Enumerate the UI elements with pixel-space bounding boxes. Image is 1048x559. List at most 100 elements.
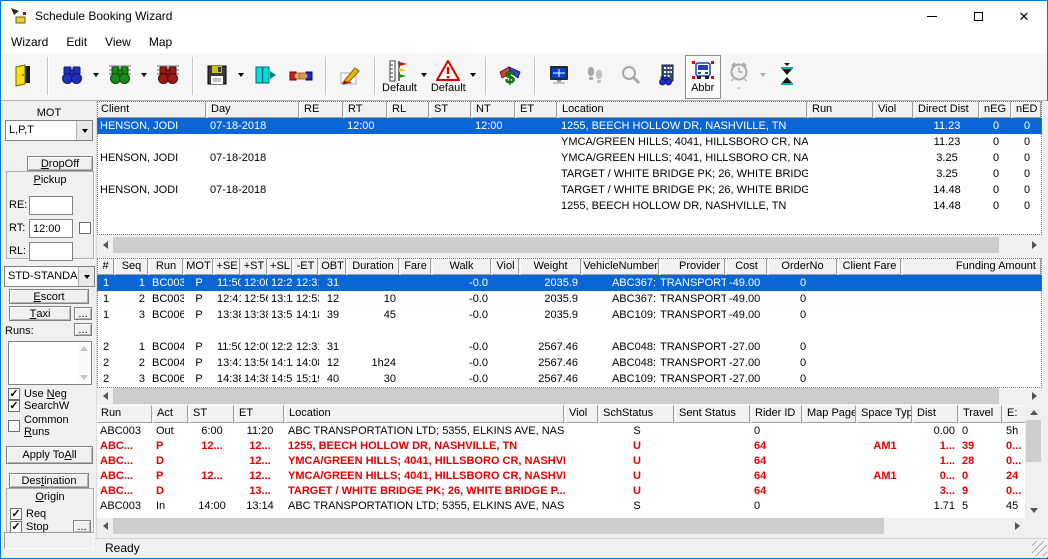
column-header-run[interactable]: Run: [808, 101, 873, 118]
scroll-right-arrow[interactable]: [1026, 237, 1042, 253]
booking-grid-hscrollbar[interactable]: [97, 237, 1042, 253]
schedule-default-button[interactable]: Default: [381, 55, 418, 99]
table-row[interactable]: ABC003In14:0013:14ABC TRANSPORTATION LTD…: [97, 498, 1042, 513]
column-header-ned[interactable]: nED: [1012, 101, 1041, 118]
scroll-right-arrow[interactable]: [1026, 388, 1042, 404]
column-header-neg[interactable]: nEG: [980, 101, 1011, 118]
table-row[interactable]: 12BC003P12:4112:5613:1112:531210-0.02035…: [97, 291, 1042, 307]
titlebar[interactable]: Schedule Booking Wizard ✕: [1, 1, 1047, 31]
table-row[interactable]: [97, 323, 1042, 339]
table-row[interactable]: HENSON, JODI07-18-2018TARGET / WHITE BRI…: [97, 182, 1042, 198]
split-view-button[interactable]: [247, 55, 283, 95]
itinerary-grid-vscrollbar[interactable]: [1025, 405, 1042, 518]
column-header-provider[interactable]: Provider: [660, 258, 725, 275]
violations-default-dropdown[interactable]: [467, 55, 479, 95]
scrollbar-track[interactable]: [113, 237, 1026, 253]
table-row[interactable]: 1255, BEECH HOLLOW DR, NASHVILLE, TN14.4…: [97, 198, 1042, 214]
column-header-st[interactable]: ST: [430, 101, 471, 118]
chevron-down-icon[interactable]: [76, 121, 92, 140]
runs-more-button[interactable]: ...: [74, 323, 92, 336]
column-header-space-type[interactable]: Space Type: [857, 405, 912, 423]
table-row[interactable]: YMCA/GREEN HILLS; 4041, HILLSBORO CR, NA…: [97, 134, 1042, 150]
column-header-sent-status[interactable]: Sent Status: [675, 405, 750, 423]
find-run-dropdown[interactable]: [138, 55, 150, 95]
scroll-right-arrow[interactable]: [1009, 518, 1025, 534]
column-header-mot[interactable]: MOT: [184, 258, 213, 275]
column-header--se[interactable]: +SE: [214, 258, 240, 275]
negotiate-button[interactable]: [283, 55, 319, 95]
searchw-checkbox-row[interactable]: ✓ SearchW: [8, 400, 69, 412]
fare-button[interactable]: $: [492, 55, 528, 95]
provider-lookup-button[interactable]: [649, 55, 685, 95]
scrollbar-track[interactable]: [113, 388, 1026, 404]
apply-to-all-button[interactable]: Apply To All: [6, 446, 93, 464]
menu-map[interactable]: Map: [140, 32, 181, 52]
column-header-duration[interactable]: Duration: [347, 258, 399, 275]
schedule-default-dropdown[interactable]: [418, 55, 430, 95]
table-row[interactable]: HENSON, JODI07-18-2018YMCA/GREEN HILLS; …: [97, 150, 1042, 166]
column-header-et[interactable]: ET: [516, 101, 557, 118]
common-runs-checkbox[interactable]: [8, 420, 20, 432]
column-header-direct-dist[interactable]: Direct Dist: [914, 101, 979, 118]
save-button[interactable]: [199, 55, 235, 95]
column-header-et[interactable]: ET: [235, 405, 284, 423]
table-row[interactable]: ABC...D13...TARGET / WHITE BRIDGE PK; 26…: [97, 483, 1042, 498]
wait-hourglass-button[interactable]: [769, 55, 805, 95]
column-header--sl[interactable]: +SL: [268, 258, 292, 275]
edit-trip-button[interactable]: [332, 55, 368, 95]
runs-listbox-scrollbar[interactable]: [77, 343, 90, 383]
save-dropdown[interactable]: [235, 55, 247, 95]
column-header-day[interactable]: Day: [207, 101, 299, 118]
taxi-more-button[interactable]: ...: [74, 307, 92, 320]
table-row[interactable]: 11BC003P11:5012:0012:2012:3131-0.02035.9…: [97, 275, 1042, 291]
table-row[interactable]: 23BC006P14:3814:3814:5315:194030-0.02567…: [97, 371, 1042, 387]
table-row[interactable]: ABC...P12...12...YMCA/GREEN HILLS; 4041,…: [97, 468, 1042, 483]
use-neg-checkbox-row[interactable]: ✓ Use Neg: [8, 388, 67, 400]
menu-view[interactable]: View: [96, 32, 140, 52]
pickup-tab[interactable]: Pickup: [7, 174, 93, 186]
column-header-orderno[interactable]: OrderNo: [768, 258, 837, 275]
scrollbar-thumb[interactable]: [113, 518, 884, 534]
chevron-down-icon[interactable]: [78, 267, 94, 286]
column-header-rl[interactable]: RL: [388, 101, 429, 118]
use-neg-checkbox[interactable]: ✓: [8, 388, 20, 400]
table-row[interactable]: ABC...D12...YMCA/GREEN HILLS; 4041, HILL…: [97, 453, 1042, 468]
scroll-left-arrow[interactable]: [97, 518, 113, 534]
table-row[interactable]: 22BC004P13:4113:5614:1114:08121h24-0.025…: [97, 355, 1042, 371]
scrollbar-thumb[interactable]: [1026, 420, 1041, 462]
searchw-checkbox[interactable]: ✓: [8, 400, 20, 412]
table-row[interactable]: ABC003Out6:0011:20ABC TRANSPORTATION LTD…: [97, 423, 1042, 438]
column-header-fare[interactable]: Fare: [400, 258, 431, 275]
service-type-combobox[interactable]: STD-STANDA: [4, 266, 95, 287]
maximize-button[interactable]: [955, 1, 1001, 31]
rt-field[interactable]: [29, 219, 73, 238]
escort-button[interactable]: Escort: [9, 289, 89, 304]
mot-combobox[interactable]: L,P,T: [5, 120, 93, 141]
resize-grip[interactable]: [1032, 541, 1047, 556]
table-row[interactable]: ABC...P12...12...1255, BEECH HOLLOW DR, …: [97, 438, 1042, 453]
column-header-run[interactable]: Run: [97, 405, 152, 423]
itinerary-grid-hscrollbar[interactable]: [97, 518, 1025, 534]
minimize-button[interactable]: [909, 1, 955, 31]
column-header--[interactable]: #: [97, 258, 114, 275]
vehicle-abbr-button[interactable]: Abbr: [685, 55, 721, 99]
column-header-location[interactable]: Location: [285, 405, 564, 423]
solution-grid-hscrollbar[interactable]: [97, 388, 1042, 404]
runs-listbox[interactable]: [8, 341, 92, 385]
table-row[interactable]: 13BC006P13:3813:3813:5314:183945-0.02035…: [97, 307, 1042, 323]
close-button[interactable]: ✕: [1001, 1, 1047, 31]
column-header-location[interactable]: Location: [558, 101, 807, 118]
column-header-travel[interactable]: Travel: [959, 405, 1002, 423]
origin-tab[interactable]: Origin: [7, 491, 93, 503]
scrollbar-track[interactable]: [113, 518, 1009, 534]
timer-button[interactable]: -: [721, 55, 757, 99]
column-header-schstatus[interactable]: SchStatus: [599, 405, 674, 423]
menu-edit[interactable]: Edit: [57, 32, 96, 52]
column-header-viol[interactable]: Viol: [874, 101, 913, 118]
rl-field[interactable]: [29, 242, 73, 261]
column-header-client[interactable]: Client: [97, 101, 206, 118]
scroll-down-arrow[interactable]: [1025, 503, 1042, 518]
trace-steps-button[interactable]: [577, 55, 613, 95]
column-header-seq[interactable]: Seq: [115, 258, 148, 275]
column-header--st[interactable]: +ST: [241, 258, 267, 275]
